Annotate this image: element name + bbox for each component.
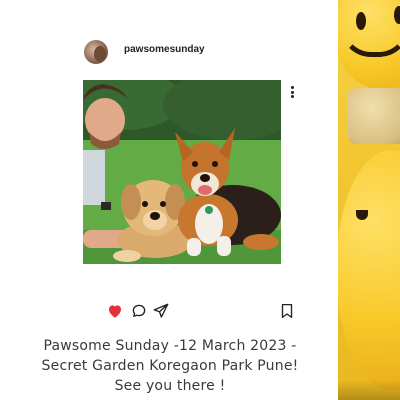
cream-object-decoration [348,88,400,144]
smiley-emoji-decoration [338,0,400,90]
shadow-decoration [338,380,400,400]
post-image-illustration [83,80,281,264]
more-options-icon[interactable] [287,86,297,100]
side-background-photo [338,0,400,400]
post-actions [106,302,296,322]
post-caption: Pawsome Sunday -12 March 2023 - Secret G… [41,338,299,394]
bookmark-icon[interactable] [278,302,296,320]
heart-icon[interactable] [106,302,124,320]
comment-icon[interactable] [130,302,148,320]
smiley-emoji-decoration-2 [338,150,400,390]
post-card: pawsomesunday Pawsome Sunday -12 March 2… [0,0,338,400]
post-username[interactable]: pawsomesunday [124,44,205,55]
avatar[interactable] [84,40,108,64]
post-image[interactable] [83,80,281,264]
send-icon[interactable] [152,302,170,320]
